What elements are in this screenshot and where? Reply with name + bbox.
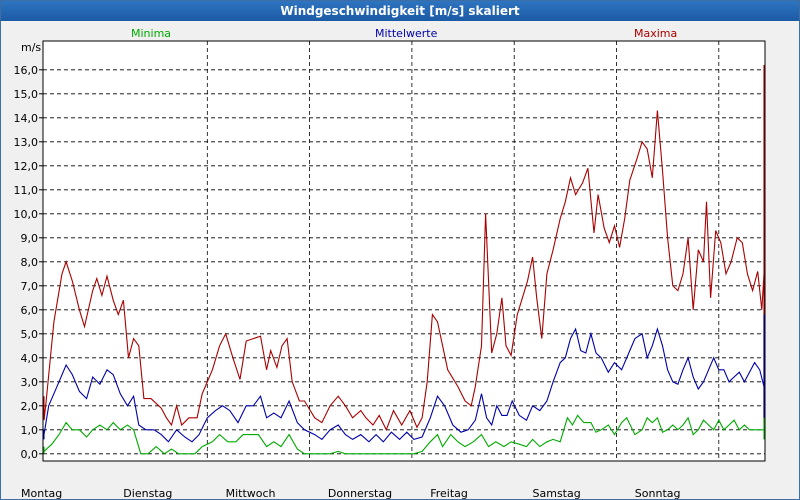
y-tick-label: 0,0: [21, 448, 39, 461]
y-tick-label: 15,0: [14, 88, 39, 101]
wind-speed-chart: 0,0 1,0 2,0 3,0 4,0 5,0 6,0 7,0 8,0 9,0 10,0 11,0 12…: [14, 27, 766, 499]
y-tick-label: 4,0: [21, 352, 39, 365]
legend-mittelwerte: Mittelwerte: [375, 27, 438, 40]
y-tick-label: 13,0: [14, 136, 39, 149]
x-tick-labels: Montag02.12.19Dienstag03.12.19Mittwoch04…: [21, 487, 681, 499]
window-title: Windgeschwindigkeit [m/s] skaliert: [1, 1, 799, 21]
y-tick-label: 2,0: [21, 400, 39, 413]
y-tick-label: 5,0: [21, 328, 39, 341]
y-tick-label: 12,0: [14, 160, 39, 173]
y-tick-label: 8,0: [21, 256, 39, 269]
chart-window: Windgeschwindigkeit [m/s] skaliert 0,0 1,…: [0, 0, 800, 500]
y-tick-label: 11,0: [14, 184, 39, 197]
legend-maxima: Maxima: [634, 27, 677, 40]
x-day-label: Freitag: [430, 487, 468, 499]
y-tick-label: 9,0: [21, 232, 39, 245]
y-axis-unit: m/s: [21, 41, 41, 54]
x-day-label: Mittwoch: [226, 487, 276, 499]
x-day-label: Sonntag: [635, 487, 681, 499]
x-day-label: Samstag: [533, 487, 581, 499]
y-tick-label: 14,0: [14, 112, 39, 125]
x-day-label: Montag: [21, 487, 62, 499]
x-day-label: Donnerstag: [328, 487, 392, 499]
x-day-label: Dienstag: [123, 487, 172, 499]
y-tick-label: 3,0: [21, 376, 39, 389]
y-tick-label: 6,0: [21, 304, 39, 317]
y-tick-label: 16,0: [14, 64, 39, 77]
legend-minima: Minima: [131, 27, 171, 40]
y-tick-label: 1,0: [21, 424, 39, 437]
y-tick-label: 7,0: [21, 280, 39, 293]
plot-area: [42, 40, 766, 462]
y-tick-labels: 0,0 1,0 2,0 3,0 4,0 5,0 6,0 7,0 8,0 9,0 10,0 11,0 12…: [14, 64, 43, 461]
y-tick-label: 10,0: [14, 208, 39, 221]
